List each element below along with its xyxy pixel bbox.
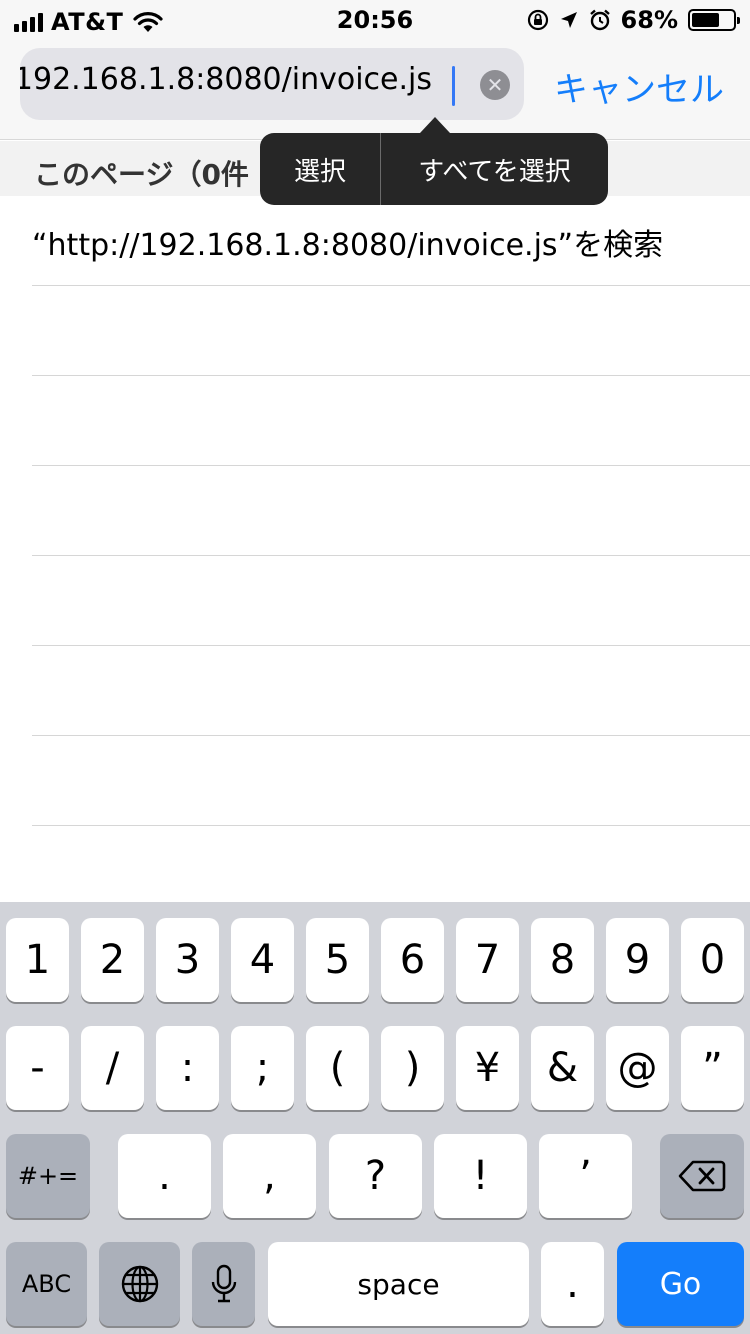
battery-percent: 68% [620,6,678,34]
key-hyphen[interactable]: - [6,1026,69,1110]
key-period[interactable]: . [118,1134,211,1218]
go-key[interactable]: Go [617,1242,744,1326]
key-7[interactable]: 7 [456,918,519,1002]
key-at[interactable]: @ [606,1026,669,1110]
close-icon: ✕ [486,73,504,97]
select-all-button[interactable]: すべてを選択 [381,133,608,205]
url-input-text: http://192.168.1.8:8080/invoice.js [20,62,432,97]
globe-key[interactable] [99,1242,180,1326]
space-key[interactable]: space [268,1242,529,1326]
search-suggestion-label: “http://192.168.1.8:8080/invoice.js”を検索 [32,228,664,263]
key-2[interactable]: 2 [81,918,144,1002]
key-double-quote[interactable]: ” [681,1026,744,1110]
key-question[interactable]: ? [329,1134,422,1218]
key-6[interactable]: 6 [381,918,444,1002]
key-semicolon[interactable]: ; [231,1026,294,1110]
battery-icon [688,9,740,31]
abc-key[interactable]: ABC [6,1242,87,1326]
key-5[interactable]: 5 [306,918,369,1002]
delete-backward-icon [678,1160,726,1192]
list-divider [32,645,750,646]
key-yen[interactable]: ¥ [456,1026,519,1110]
key-9[interactable]: 9 [606,918,669,1002]
key-period-bottom[interactable]: . [541,1242,604,1326]
list-divider [32,825,750,826]
search-suggestion-row[interactable]: “http://192.168.1.8:8080/invoice.js”を検索 [0,196,750,286]
key-1[interactable]: 1 [6,918,69,1002]
dictation-key[interactable] [192,1242,255,1326]
keyboard: 1 2 3 4 5 6 7 8 9 0 - / : ; ( ) ¥ & @ ” … [0,902,750,1334]
delete-key[interactable] [660,1134,744,1218]
key-open-paren[interactable]: ( [306,1026,369,1110]
key-8[interactable]: 8 [531,918,594,1002]
key-close-paren[interactable]: ) [381,1026,444,1110]
globe-icon [121,1265,158,1303]
key-3[interactable]: 3 [156,918,219,1002]
clear-text-button[interactable]: ✕ [480,70,510,100]
key-4[interactable]: 4 [231,918,294,1002]
status-bar-right: 68% [527,6,740,34]
key-slash[interactable]: / [81,1026,144,1110]
safari-search-screen: AT&T 20:56 68% 192.168.1.8:8080/invoice.… [0,0,750,1334]
url-input[interactable]: http://192.168.1.8:8080/invoice.js ✕ [20,48,524,120]
alarm-icon [589,9,610,31]
key-colon[interactable]: : [156,1026,219,1110]
cancel-button[interactable]: キャンセル [554,62,724,111]
edit-menu-arrow [420,117,450,133]
url-bar-container: http://192.168.1.8:8080/invoice.js ✕ キャン… [0,40,750,140]
list-divider [32,735,750,736]
list-divider [32,375,750,376]
microphone-icon [211,1264,236,1303]
list-divider [32,555,750,556]
key-apostrophe[interactable]: ’ [539,1134,632,1218]
key-exclamation[interactable]: ! [434,1134,527,1218]
list-divider [32,465,750,466]
select-button[interactable]: 選択 [260,133,381,205]
battery-fill [692,13,720,27]
status-bar: AT&T 20:56 68% [0,0,750,40]
key-0[interactable]: 0 [681,918,744,1002]
key-comma[interactable]: , [223,1134,316,1218]
orientation-lock-icon [527,9,548,31]
list-divider [32,285,750,286]
section-header-label: このページ（0件 [34,158,249,191]
edit-menu: 選択 すべてを選択 [260,117,608,205]
key-ampersand[interactable]: & [531,1026,594,1110]
location-icon [560,12,577,28]
symbols-mode-key[interactable]: #+= [6,1134,90,1218]
text-caret [452,66,455,106]
